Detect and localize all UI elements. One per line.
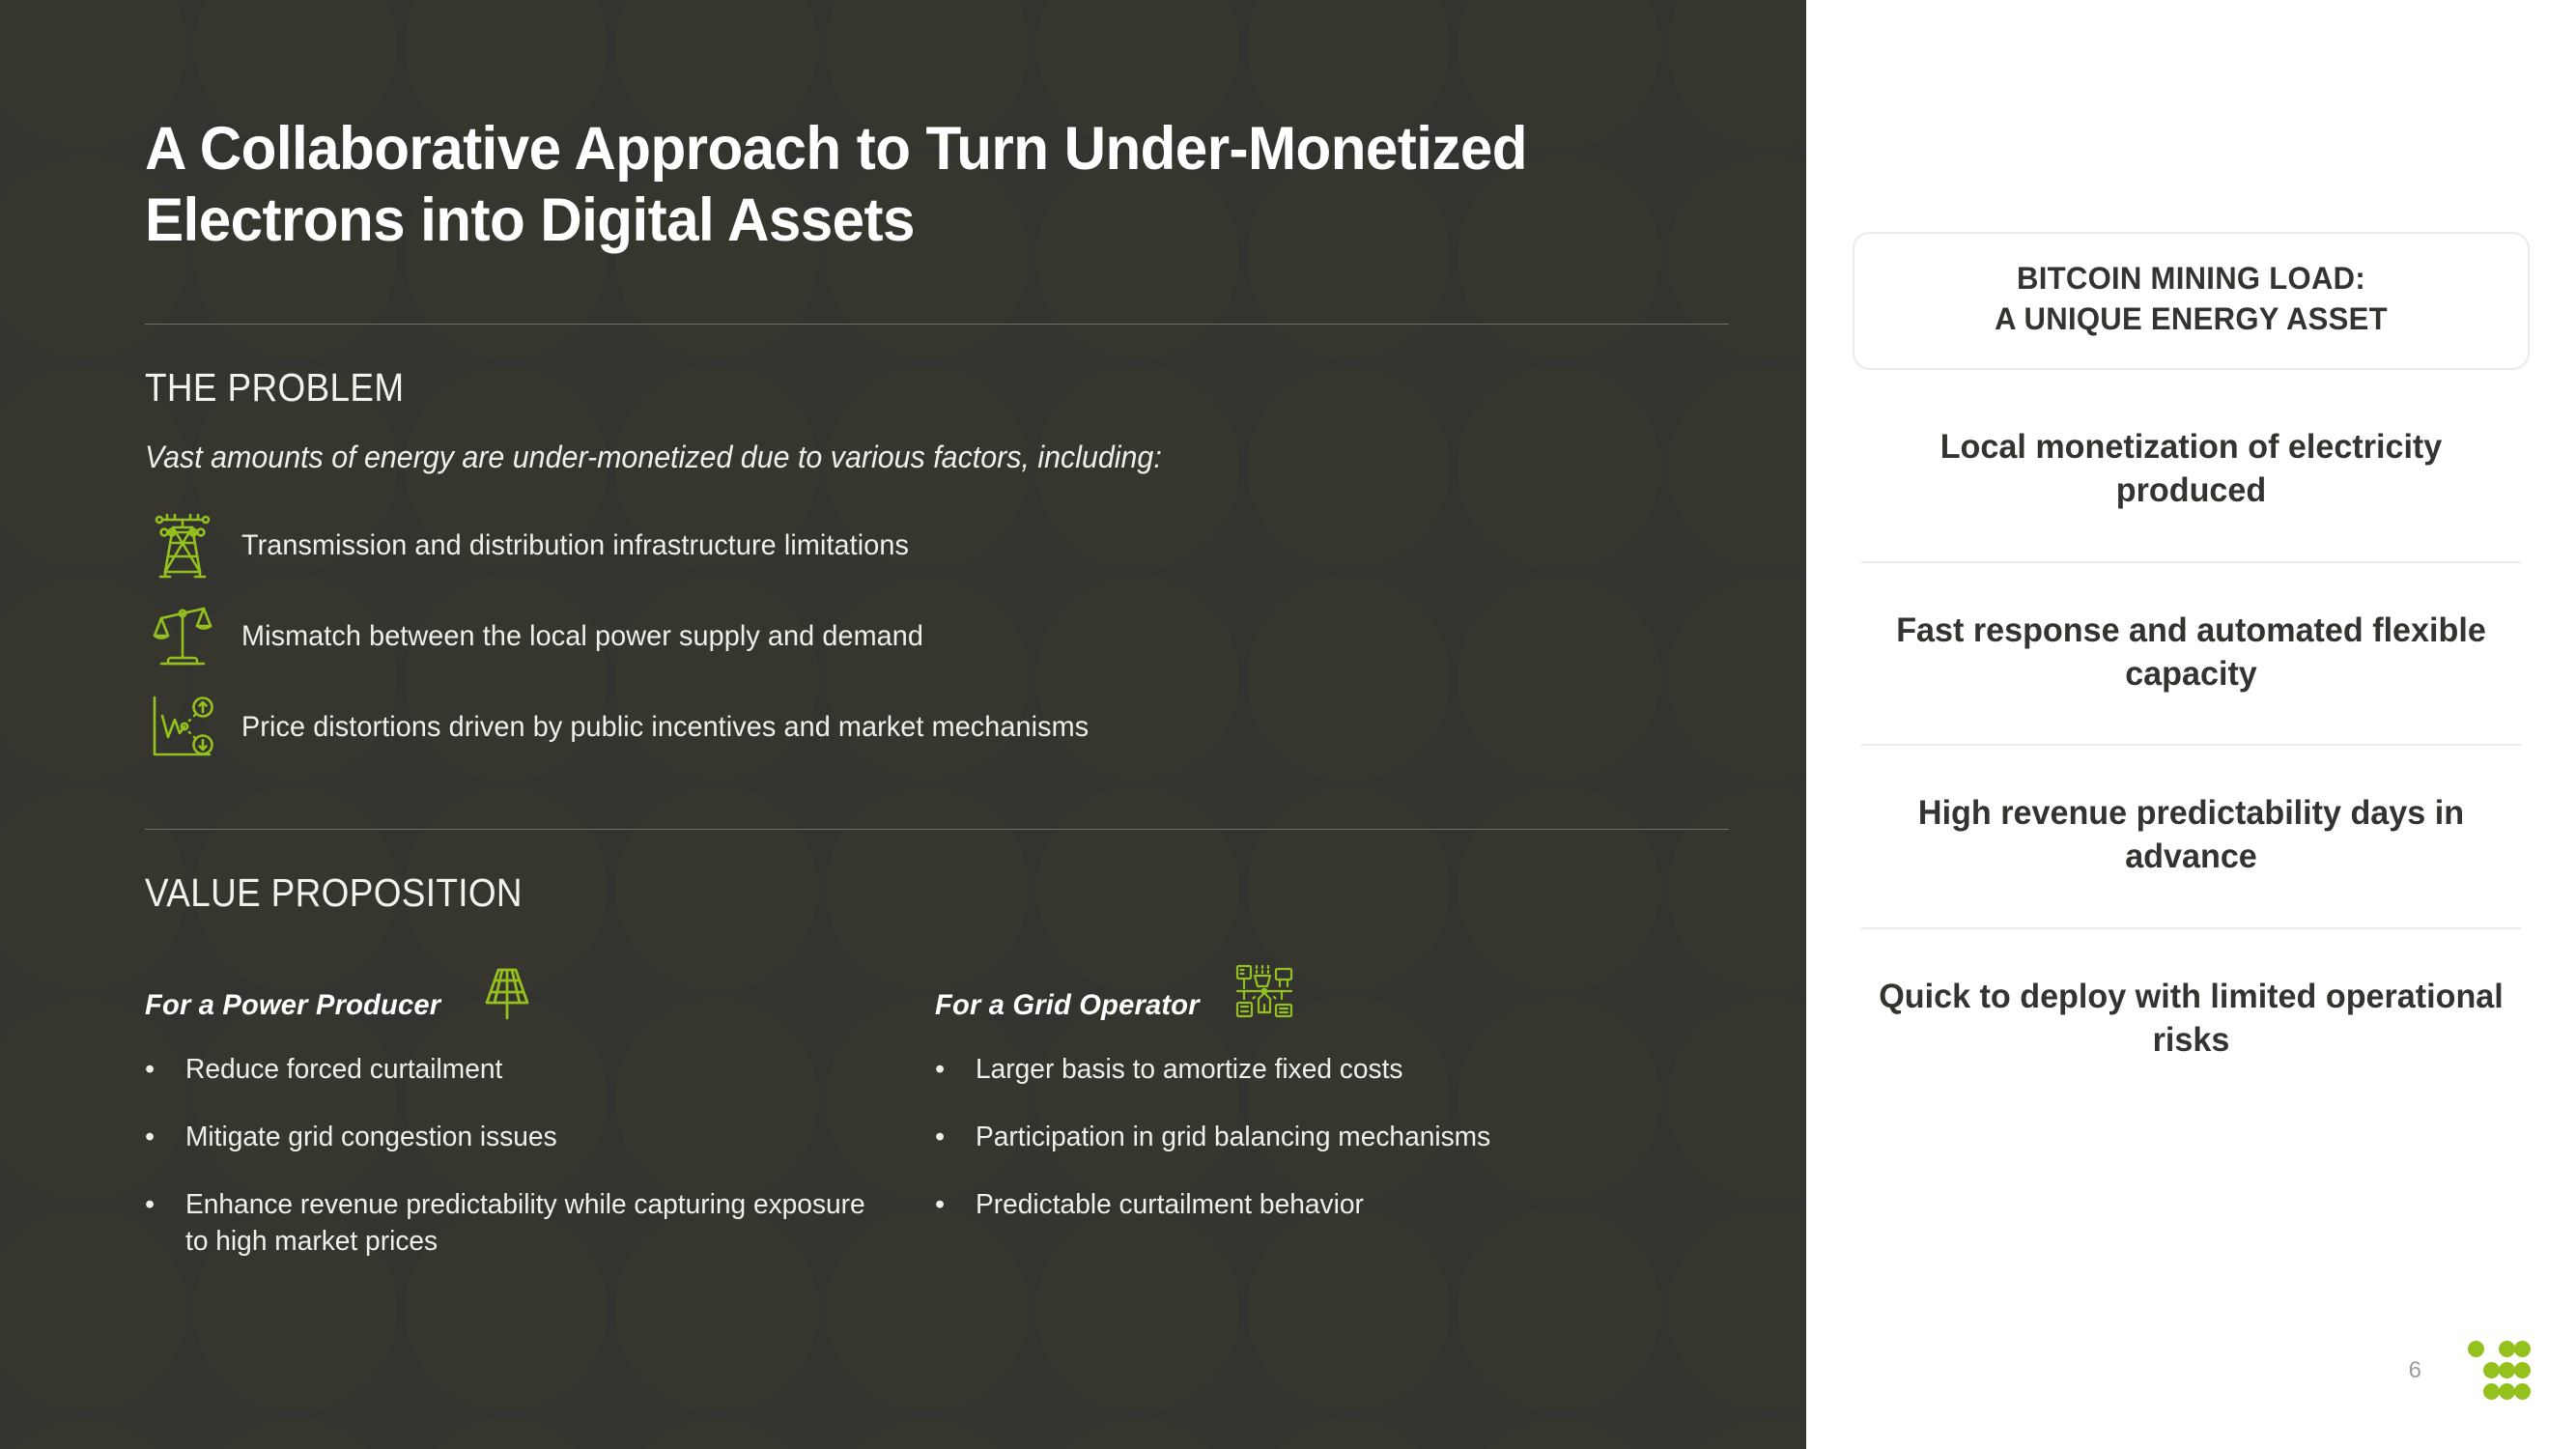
list-item: Local monetization of electricity produc… [1860,380,2522,563]
right-sidebar-panel: BITCOIN MINING LOAD: A UNIQUE ENERGY ASS… [1806,0,2576,1449]
left-dark-panel: A Collaborative Approach to Turn Under-M… [0,0,1806,1449]
list-item: High revenue predictability days in adva… [1860,746,2522,929]
list-item: • Predictable curtailment behavior [935,1186,1679,1224]
value-proposition-column-power-producer: For a Power Producer • Reduce forced cur… [145,952,935,1290]
list-item: Transmission and distribution infrastruc… [145,500,1806,591]
bullet-point: • [935,1054,946,1086]
page-number: 6 [2408,1357,2421,1383]
bullet-point: • [145,1188,156,1220]
column-title: For a Grid Operator [935,989,1200,1022]
column-header: For a Power Producer [145,952,935,1022]
presentation-slide: A Collaborative Approach to Turn Under-M… [0,0,2576,1449]
value-proposition-heading: VALUE PROPOSITION [145,870,523,916]
column-header: For a Grid Operator [935,952,1725,1022]
bullet-point: • [935,1188,946,1220]
list-item: • Enhance revenue predictability while c… [145,1186,889,1261]
callout-title-line-1: BITCOIN MINING LOAD: [2016,261,2366,296]
list-item-label: Transmission and distribution infrastruc… [241,529,909,562]
list-item: • Participation in grid balancing mechan… [935,1119,1679,1156]
list-item: Fast response and automated flexible cap… [1860,563,2522,747]
problem-item-list: Transmission and distribution infrastruc… [145,500,1806,773]
list-item-label: Price distortions driven by public incen… [241,711,1090,744]
callout-title-line-2: A UNIQUE ENERGY ASSET [1995,300,2388,336]
list-item-label: Predictable curtailment behavior [976,1188,1364,1220]
list-item-label: Mismatch between the local power supply … [241,620,924,653]
page-title: A Collaborative Approach to Turn Under-M… [145,115,1528,254]
value-proposition-columns: For a Power Producer • Reduce forced cur… [145,952,1729,1290]
bullet-list: • Reduce forced curtailment • Mitigate g… [145,1051,935,1260]
list-item-label: Larger basis to amortize fixed costs [976,1054,1403,1086]
problem-section-heading: THE PROBLEM [145,365,405,411]
problem-subheading: Vast amounts of energy are under-monetiz… [145,440,1162,475]
list-item: Quick to deploy with limited operational… [1879,977,2504,1059]
divider-above-value-proposition [145,829,1729,831]
list-item-label: Mitigate grid congestion issues [185,1121,557,1152]
list-item: • Mitigate grid congestion issues [145,1119,889,1156]
column-title: For a Power Producer [145,989,441,1022]
list-item-label: Reduce forced curtailment [185,1054,503,1086]
power-grid-network-icon [1229,958,1300,1022]
transmission-tower-icon [145,508,220,583]
bitcoin-mining-load-callout-box: BITCOIN MINING LOAD: A UNIQUE ENERGY ASS… [1853,232,2530,371]
bullet-point: • [145,1054,156,1086]
company-logo-icon [2468,1341,2532,1401]
benefit-list: Local monetization of electricity produc… [1853,380,2530,1110]
list-item: Mismatch between the local power supply … [145,591,1806,682]
list-item: • Larger basis to amortize fixed costs [935,1051,1679,1089]
bullet-point: • [935,1121,946,1152]
list-item-label: Participation in grid balancing mechanis… [976,1121,1491,1152]
bullet-point: • [145,1121,156,1152]
price-distortion-chart-icon [145,690,220,765]
balance-scale-icon [145,599,220,674]
list-item: Price distortions driven by public incen… [145,682,1806,773]
solar-panel-icon [471,958,543,1022]
bullet-list: • Larger basis to amortize fixed costs •… [935,1051,1725,1223]
list-item: • Reduce forced curtailment [145,1051,889,1089]
list-item-label: Enhance revenue predictability while cap… [185,1188,865,1258]
value-proposition-column-grid-operator: For a Grid Operator • Larger basis to am… [935,952,1725,1290]
slide-footer: 6 [2409,1341,2532,1401]
divider-above-problem [145,324,1729,326]
